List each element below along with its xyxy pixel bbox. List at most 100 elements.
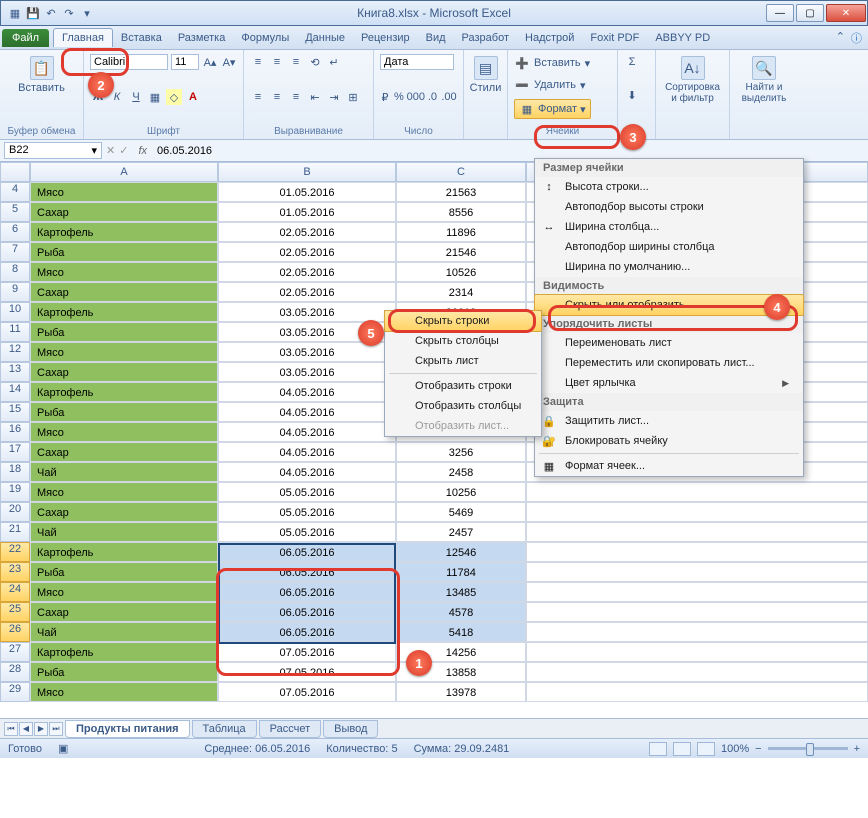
cell[interactable]: Картофель	[30, 382, 218, 402]
cell[interactable]: 06.05.2016	[218, 582, 396, 602]
find-select-button[interactable]: 🔍Найти и выделить	[736, 54, 792, 106]
menu-col-width[interactable]: ↔Ширина столбца...	[535, 217, 803, 237]
row-header[interactable]: 4	[0, 182, 30, 202]
col-header-b[interactable]: B	[218, 162, 396, 182]
cell[interactable]: 03.05.2016	[218, 302, 396, 322]
sheet-nav-first-icon[interactable]: ⏮	[4, 722, 18, 736]
row-header[interactable]: 28	[0, 662, 30, 682]
submenu-show-cols[interactable]: Отобразить столбцы	[385, 396, 541, 416]
row-header[interactable]: 26	[0, 622, 30, 642]
menu-format-cells[interactable]: ▦Формат ячеек...	[535, 456, 803, 476]
namebox-dropdown-icon[interactable]: ▾	[91, 144, 97, 157]
row-header[interactable]: 5	[0, 202, 30, 222]
underline-icon[interactable]: Ч	[128, 89, 144, 105]
cell[interactable]: 02.05.2016	[218, 262, 396, 282]
indent-inc-icon[interactable]: ⇥	[326, 89, 342, 105]
cell[interactable]: 21546	[396, 242, 526, 262]
cell[interactable]: 5418	[396, 622, 526, 642]
cell[interactable]: 13978	[396, 682, 526, 702]
decrease-font-icon[interactable]: A▾	[221, 54, 237, 70]
menu-move-sheet[interactable]: Переместить или скопировать лист...	[535, 353, 803, 373]
tab-review[interactable]: Рецензир	[353, 29, 418, 47]
align-top-icon[interactable]: ≡	[250, 54, 266, 70]
row-header[interactable]: 24	[0, 582, 30, 602]
cell[interactable]: 03.05.2016	[218, 362, 396, 382]
cell[interactable]: Сахар	[30, 202, 218, 222]
tab-view[interactable]: Вид	[418, 29, 454, 47]
cell[interactable]: Сахар	[30, 602, 218, 622]
cell[interactable]: Мясо	[30, 682, 218, 702]
cell[interactable]: 07.05.2016	[218, 662, 396, 682]
row-header[interactable]: 10	[0, 302, 30, 322]
cell[interactable]: 01.05.2016	[218, 182, 396, 202]
sheet-tab-2[interactable]: Рассчет	[259, 720, 322, 738]
row-header[interactable]: 14	[0, 382, 30, 402]
cell-empty[interactable]	[526, 522, 868, 542]
inc-decimal-icon[interactable]: .0	[427, 89, 438, 105]
cell[interactable]: Мясо	[30, 342, 218, 362]
redo-icon[interactable]: ↷	[61, 5, 77, 21]
cell[interactable]: Чай	[30, 622, 218, 642]
align-right-icon[interactable]: ≡	[288, 89, 304, 105]
cell-empty[interactable]	[526, 482, 868, 502]
row-header[interactable]: 11	[0, 322, 30, 342]
cell[interactable]: 07.05.2016	[218, 682, 396, 702]
sort-filter-button[interactable]: A↓Сортировка и фильтр	[662, 54, 723, 106]
percent-icon[interactable]: %	[393, 89, 405, 105]
menu-rename-sheet[interactable]: Переименовать лист	[535, 333, 803, 353]
row-header[interactable]: 6	[0, 222, 30, 242]
cell-empty[interactable]	[526, 682, 868, 702]
formula-input[interactable]: 06.05.2016	[157, 145, 864, 157]
cell[interactable]: 10526	[396, 262, 526, 282]
currency-icon[interactable]: ₽	[380, 89, 390, 105]
cell[interactable]: Сахар	[30, 502, 218, 522]
cell[interactable]: 2457	[396, 522, 526, 542]
tab-addins[interactable]: Надстрой	[517, 29, 582, 47]
row-header[interactable]: 15	[0, 402, 30, 422]
row-header[interactable]: 25	[0, 602, 30, 622]
macro-record-icon[interactable]: ▣	[58, 742, 68, 755]
cell[interactable]: Сахар	[30, 282, 218, 302]
row-header[interactable]: 22	[0, 542, 30, 562]
undo-icon[interactable]: ↶	[43, 5, 59, 21]
sheet-nav-prev-icon[interactable]: ◀	[19, 722, 33, 736]
number-format-select[interactable]	[380, 54, 454, 70]
cell[interactable]: 2314	[396, 282, 526, 302]
submenu-hide-sheet[interactable]: Скрыть лист	[385, 351, 541, 371]
menu-default-width[interactable]: Ширина по умолчанию...	[535, 257, 803, 277]
border-icon[interactable]: ▦	[147, 89, 163, 105]
cell[interactable]: Сахар	[30, 442, 218, 462]
zoom-slider[interactable]	[768, 747, 848, 750]
submenu-show-rows[interactable]: Отобразить строки	[385, 376, 541, 396]
select-all-corner[interactable]	[0, 162, 30, 182]
align-middle-icon[interactable]: ≡	[269, 54, 285, 70]
cell[interactable]: 21563	[396, 182, 526, 202]
cell[interactable]: Картофель	[30, 302, 218, 322]
cell[interactable]: 2458	[396, 462, 526, 482]
submenu-hide-cols[interactable]: Скрыть столбцы	[385, 331, 541, 351]
insert-cells-button[interactable]: ➕Вставить ▾	[514, 54, 611, 72]
row-header[interactable]: 21	[0, 522, 30, 542]
cell[interactable]: Мясо	[30, 262, 218, 282]
sheet-tab-1[interactable]: Таблица	[192, 720, 257, 738]
cell[interactable]: 06.05.2016	[218, 602, 396, 622]
row-header[interactable]: 23	[0, 562, 30, 582]
cell[interactable]: 05.05.2016	[218, 482, 396, 502]
sheet-nav-next-icon[interactable]: ▶	[34, 722, 48, 736]
cell[interactable]: Мясо	[30, 482, 218, 502]
cell[interactable]: 01.05.2016	[218, 202, 396, 222]
cell[interactable]: Чай	[30, 522, 218, 542]
cell[interactable]: 11784	[396, 562, 526, 582]
menu-protect-sheet[interactable]: 🔒Защитить лист...	[535, 411, 803, 431]
cell-empty[interactable]	[526, 642, 868, 662]
cell[interactable]: Картофель	[30, 642, 218, 662]
menu-autofit-col[interactable]: Автоподбор ширины столбца	[535, 237, 803, 257]
cell-empty[interactable]	[526, 602, 868, 622]
cell-empty[interactable]	[526, 662, 868, 682]
cell[interactable]: 11896	[396, 222, 526, 242]
fx-icon[interactable]: fx	[132, 145, 153, 157]
cell-empty[interactable]	[526, 502, 868, 522]
row-header[interactable]: 7	[0, 242, 30, 262]
tab-abbyy[interactable]: ABBYY PD	[647, 29, 718, 47]
dec-decimal-icon[interactable]: .00	[441, 89, 457, 105]
